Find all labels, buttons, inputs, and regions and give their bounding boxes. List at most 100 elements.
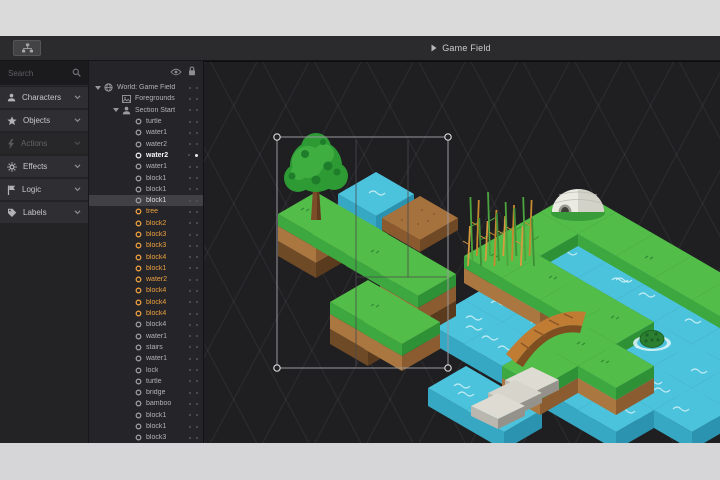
selected-indicator[interactable] <box>195 154 198 157</box>
sidebar-item-labels[interactable]: Labels <box>0 202 88 223</box>
visibility-toggle[interactable] <box>189 211 191 213</box>
visibility-toggle[interactable] <box>189 132 191 134</box>
visibility-toggle[interactable] <box>189 87 191 89</box>
layer-row-water1[interactable]: water1 <box>89 353 203 364</box>
lock-toggle[interactable] <box>196 290 198 292</box>
layer-row-block1[interactable]: block1 <box>89 195 203 206</box>
selection-handle[interactable] <box>274 134 280 140</box>
layer-row-section-start[interactable]: Section Start <box>89 105 203 116</box>
lock-toggle[interactable] <box>196 426 198 428</box>
lock-toggle[interactable] <box>196 87 198 89</box>
visibility-toggle[interactable] <box>189 267 191 269</box>
visibility-toggle[interactable] <box>188 154 190 156</box>
visibility-toggle[interactable] <box>189 380 191 382</box>
visibility-toggle[interactable] <box>189 290 191 292</box>
lock-toggle[interactable] <box>196 256 198 258</box>
selection-handle[interactable] <box>274 365 280 371</box>
lock-toggle[interactable] <box>196 222 198 224</box>
visibility-toggle[interactable] <box>189 98 191 100</box>
layer-row-tree[interactable]: tree <box>89 206 203 217</box>
layer-row-block4[interactable]: block4 <box>89 251 203 262</box>
hierarchy-button[interactable] <box>13 40 41 56</box>
visibility-toggle[interactable] <box>189 177 191 179</box>
lock-toggle[interactable] <box>196 121 198 123</box>
layer-row-turtle[interactable]: turtle <box>89 116 203 127</box>
layer-row-block1[interactable]: block1 <box>89 184 203 195</box>
layer-row-bamboo[interactable]: bamboo <box>89 398 203 409</box>
lock-toggle[interactable] <box>196 346 198 348</box>
layer-row-water2[interactable]: water2 <box>89 150 203 161</box>
layer-row-lock[interactable]: lock <box>89 364 203 375</box>
layer-row-bridge[interactable]: bridge <box>89 387 203 398</box>
visibility-toggle[interactable] <box>189 369 191 371</box>
layer-row-world-game-field[interactable]: World: Game Field <box>89 82 203 93</box>
visibility-toggle[interactable] <box>189 256 191 258</box>
visibility-toggle[interactable] <box>189 392 191 394</box>
lock-toggle[interactable] <box>196 279 198 281</box>
visibility-toggle[interactable] <box>189 426 191 428</box>
visibility-toggle[interactable] <box>189 346 191 348</box>
layer-row-water2[interactable]: water2 <box>89 138 203 149</box>
disclosure-triangle-icon[interactable] <box>95 86 101 90</box>
lock-toggle[interactable] <box>196 143 198 145</box>
visibility-toggle[interactable] <box>189 143 191 145</box>
visibility-toggle[interactable] <box>189 414 191 416</box>
layer-row-water2[interactable]: water2 <box>89 274 203 285</box>
visibility-toggle[interactable] <box>189 109 191 111</box>
layer-row-block3[interactable]: block3 <box>89 240 203 251</box>
lock-toggle[interactable] <box>196 109 198 111</box>
visibility-toggle[interactable] <box>189 313 191 315</box>
visibility-toggle[interactable] <box>189 121 191 123</box>
visibility-toggle[interactable] <box>189 222 191 224</box>
lock-toggle[interactable] <box>196 403 198 405</box>
selection-handle[interactable] <box>445 134 451 140</box>
visibility-toggle[interactable] <box>189 437 191 439</box>
visibility-toggle[interactable] <box>189 403 191 405</box>
prop-igloo[interactable] <box>551 189 605 221</box>
sidebar-item-objects[interactable]: Objects <box>0 110 88 131</box>
lock-toggle[interactable] <box>196 132 198 134</box>
layer-row-water1[interactable]: water1 <box>89 161 203 172</box>
lock-toggle[interactable] <box>196 301 198 303</box>
layer-row-block1[interactable]: block1 <box>89 410 203 421</box>
lock-toggle[interactable] <box>196 166 198 168</box>
lock-toggle[interactable] <box>196 177 198 179</box>
layer-row-block2[interactable]: block2 <box>89 218 203 229</box>
lock-toggle[interactable] <box>196 211 198 213</box>
sidebar-item-effects[interactable]: Effects <box>0 156 88 177</box>
lock-toggle[interactable] <box>196 414 198 416</box>
lock-toggle[interactable] <box>196 437 198 439</box>
visibility-toggle[interactable] <box>189 234 191 236</box>
lock-toggle[interactable] <box>196 380 198 382</box>
lock-toggle[interactable] <box>196 313 198 315</box>
lock-toggle[interactable] <box>196 324 198 326</box>
lock-toggle[interactable] <box>196 369 198 371</box>
layer-row-block1[interactable]: block1 <box>89 263 203 274</box>
layer-row-block4[interactable]: block4 <box>89 319 203 330</box>
visibility-toggle[interactable] <box>189 245 191 247</box>
layer-row-block4[interactable]: block4 <box>89 297 203 308</box>
lock-toggle[interactable] <box>196 358 198 360</box>
layer-row-block4[interactable]: block4 <box>89 308 203 319</box>
lock-toggle[interactable] <box>196 98 198 100</box>
search-box[interactable]: Search <box>0 61 88 86</box>
layer-row-turtle[interactable]: turtle <box>89 376 203 387</box>
layer-row-block4[interactable]: block4 <box>89 285 203 296</box>
lock-icon[interactable] <box>188 63 196 81</box>
visibility-toggle[interactable] <box>189 301 191 303</box>
canvas[interactable] <box>204 61 720 443</box>
selection-handle[interactable] <box>445 365 451 371</box>
visibility-toggle[interactable] <box>189 279 191 281</box>
lock-toggle[interactable] <box>196 392 198 394</box>
eye-icon[interactable] <box>170 63 182 81</box>
layer-row-water1[interactable]: water1 <box>89 331 203 342</box>
lock-toggle[interactable] <box>196 200 198 202</box>
scene-svg[interactable] <box>204 62 720 444</box>
visibility-toggle[interactable] <box>189 200 191 202</box>
layer-row-foregrounds[interactable]: Foregrounds <box>89 93 203 104</box>
sidebar-item-logic[interactable]: Logic <box>0 179 88 200</box>
visibility-toggle[interactable] <box>189 324 191 326</box>
sidebar-item-characters[interactable]: Characters <box>0 87 88 108</box>
visibility-toggle[interactable] <box>189 358 191 360</box>
layer-row-block3[interactable]: block3 <box>89 432 203 443</box>
